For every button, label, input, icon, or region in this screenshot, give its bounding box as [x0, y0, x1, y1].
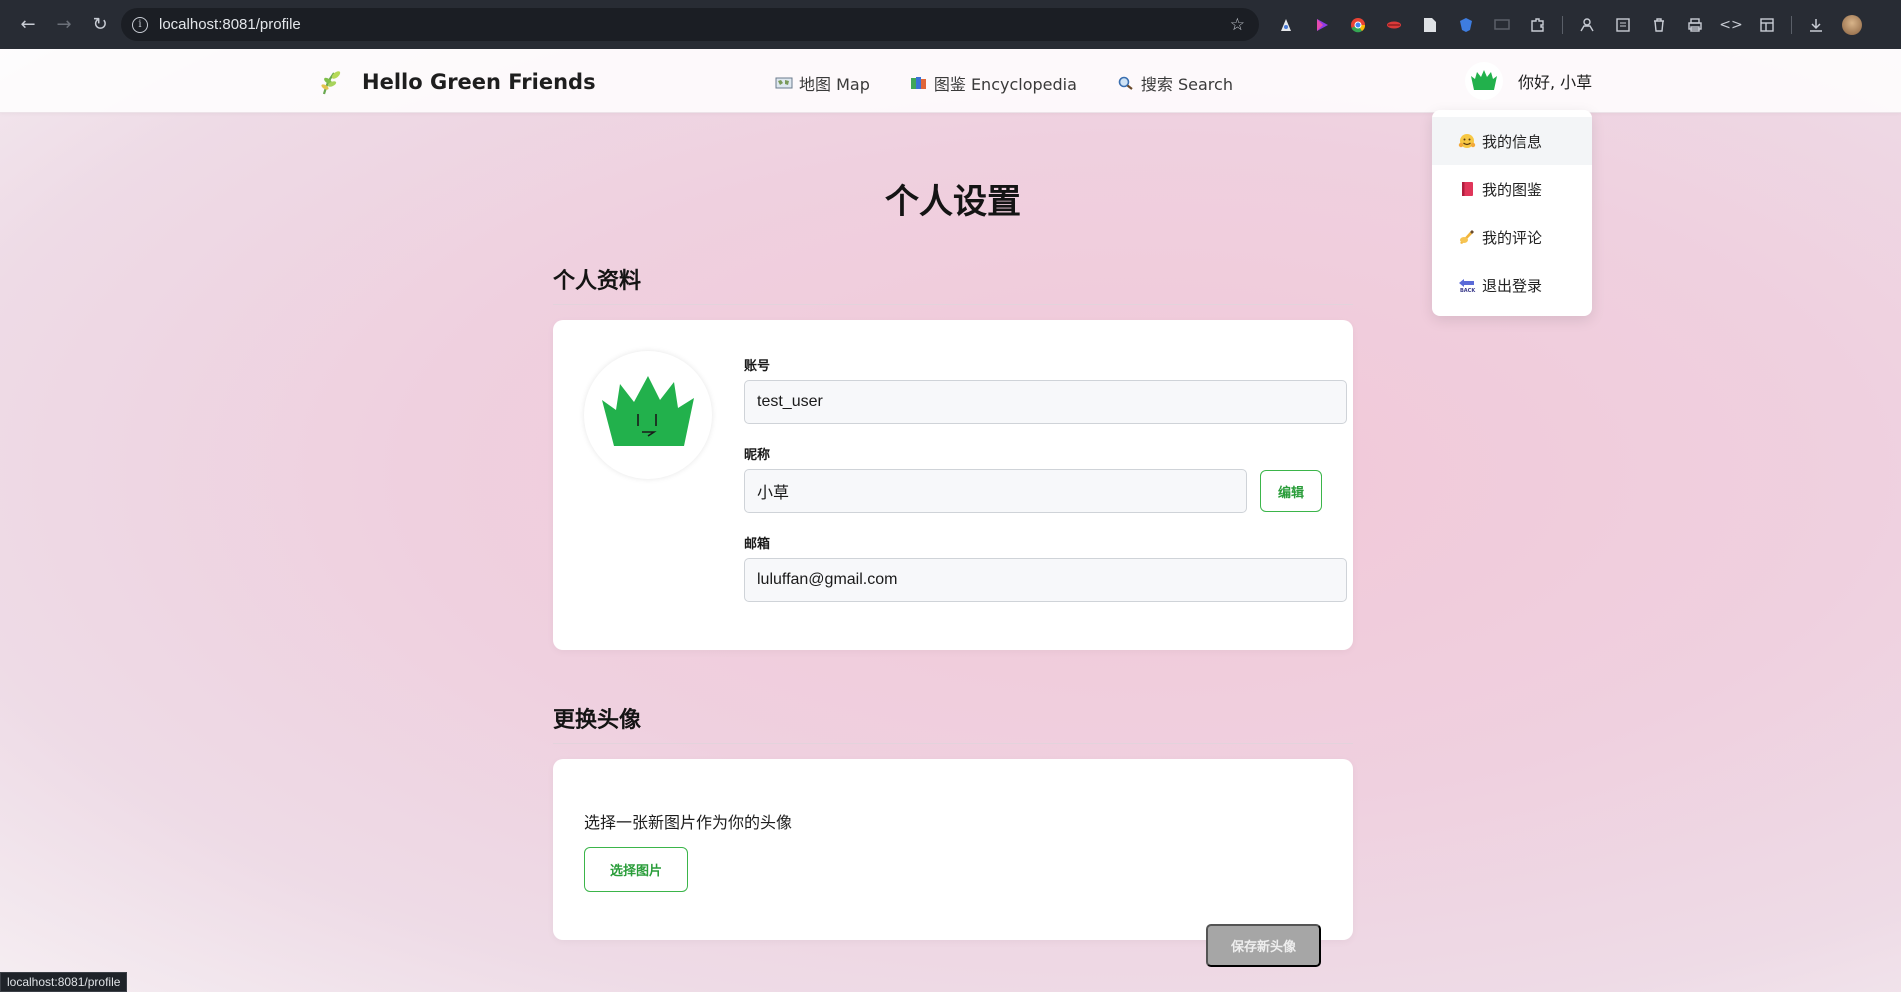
- layout-icon[interactable]: [1749, 7, 1785, 43]
- browser-toolbar: ← → ↻ i localhost:8081/profile ☆ <>: [0, 0, 1901, 49]
- user-menu-trigger[interactable]: 你好, 小草: [1465, 62, 1592, 100]
- extensions-puzzle-icon[interactable]: [1520, 7, 1556, 43]
- avatar-upload-card: 选择一张新图片作为你的头像 选择图片: [553, 759, 1353, 940]
- svg-text:BACK: BACK: [1460, 288, 1476, 293]
- writing-hand-icon: [1460, 230, 1474, 244]
- extensions-bar: <>: [1268, 0, 1870, 49]
- user-avatar: [1465, 62, 1503, 100]
- menu-item-my-encyclopedia[interactable]: 我的图鉴: [1432, 165, 1592, 213]
- address-url[interactable]: localhost:8081/profile: [159, 16, 301, 33]
- account-field[interactable]: test_user: [744, 380, 1347, 424]
- extension-play-icon[interactable]: [1304, 7, 1340, 43]
- toolbar-separator: [1562, 15, 1563, 34]
- user-dropdown-menu: 我的信息 我的图鉴 我的评论 BACK 退出登录: [1432, 110, 1592, 316]
- brand-title: Hello Green Friends: [362, 70, 596, 94]
- section-title-avatar: 更换头像: [553, 702, 1353, 744]
- extension-doc-icon[interactable]: [1412, 7, 1448, 43]
- profile-card: 账号 test_user 昵称 小草 编辑 邮箱 luluffan@gmail.…: [553, 320, 1353, 650]
- account-label: 账号: [744, 359, 771, 374]
- extension-chrome-icon[interactable]: [1340, 7, 1376, 43]
- nickname-field[interactable]: 小草: [744, 469, 1247, 513]
- reload-icon[interactable]: ↻: [82, 7, 118, 43]
- address-bar[interactable]: i localhost:8081/profile ☆: [121, 8, 1259, 41]
- bookmark-star-icon[interactable]: ☆: [1230, 15, 1245, 35]
- reading-list-icon[interactable]: [1605, 7, 1641, 43]
- nav-link-search[interactable]: 搜索 Search: [1117, 71, 1233, 95]
- top-navbar: Hello Green Friends 地图 Map 图鉴 Encycloped…: [0, 49, 1901, 113]
- trash-icon[interactable]: [1641, 7, 1677, 43]
- site-info-icon[interactable]: i: [132, 16, 148, 33]
- print-icon[interactable]: [1677, 7, 1713, 43]
- menu-item-my-comments[interactable]: 我的评论: [1432, 213, 1592, 261]
- link-status-tooltip: localhost:8081/profile: [0, 972, 128, 992]
- red-book-icon: [1462, 182, 1473, 196]
- choose-image-button[interactable]: 选择图片: [584, 847, 688, 892]
- sprout-logo-icon: [321, 71, 341, 95]
- menu-item-label: 我的图鉴: [1482, 180, 1543, 199]
- menu-item-label: 我的评论: [1482, 228, 1543, 247]
- page-title: 个人设置: [885, 182, 1021, 222]
- nav-link-search-label: 搜索 Search: [1140, 75, 1233, 94]
- code-icon[interactable]: <>: [1713, 7, 1749, 43]
- main-nav: 地图 Map 图鉴 Encyclopedia 搜索 Search: [775, 71, 1273, 95]
- nav-link-map-label: 地图 Map: [799, 75, 870, 94]
- section-title-profile: 个人资料: [553, 263, 1353, 305]
- menu-item-my-info[interactable]: 我的信息: [1432, 117, 1592, 165]
- browser-profile-avatar[interactable]: [1834, 7, 1870, 43]
- extension-lips-icon[interactable]: [1376, 7, 1412, 43]
- extension-screen-icon[interactable]: [1484, 7, 1520, 43]
- menu-item-label: 退出登录: [1482, 276, 1543, 295]
- browser-nav-buttons: ← → ↻: [0, 7, 118, 43]
- extension-tool-icon[interactable]: [1569, 7, 1605, 43]
- nickname-label: 昵称: [744, 448, 771, 463]
- magnifier-icon: [1118, 76, 1133, 90]
- page-viewport: Hello Green Friends 地图 Map 图鉴 Encycloped…: [0, 49, 1901, 992]
- forward-icon[interactable]: →: [46, 7, 82, 43]
- edit-nickname-button[interactable]: 编辑: [1260, 470, 1322, 512]
- extension-a-icon[interactable]: [1268, 7, 1304, 43]
- nav-link-map[interactable]: 地图 Map: [775, 71, 870, 95]
- hugging-face-icon: [1458, 134, 1476, 148]
- email-field[interactable]: luluffan@gmail.com: [744, 558, 1347, 602]
- brand-link[interactable]: Hello Green Friends: [316, 67, 596, 97]
- back-arrow-icon: BACK: [1459, 279, 1476, 293]
- world-map-icon: [775, 77, 793, 89]
- back-icon[interactable]: ←: [10, 7, 46, 43]
- nav-link-encyclopedia-label: 图鉴 Encyclopedia: [933, 75, 1077, 94]
- email-label: 邮箱: [744, 537, 771, 552]
- download-icon[interactable]: [1798, 7, 1834, 43]
- books-icon: [910, 77, 926, 89]
- user-greeting: 你好, 小草: [1518, 73, 1593, 92]
- save-avatar-button[interactable]: 保存新头像: [1206, 924, 1321, 967]
- menu-item-label: 我的信息: [1482, 132, 1543, 151]
- menu-item-logout[interactable]: BACK 退出登录: [1432, 261, 1592, 309]
- toolbar-separator: [1791, 15, 1792, 34]
- profile-avatar: [584, 351, 712, 479]
- nav-link-encyclopedia[interactable]: 图鉴 Encyclopedia: [910, 71, 1077, 95]
- extension-shield-icon[interactable]: [1448, 7, 1484, 43]
- avatar-upload-description: 选择一张新图片作为你的头像: [584, 813, 793, 832]
- grass-avatar-icon: [602, 376, 694, 446]
